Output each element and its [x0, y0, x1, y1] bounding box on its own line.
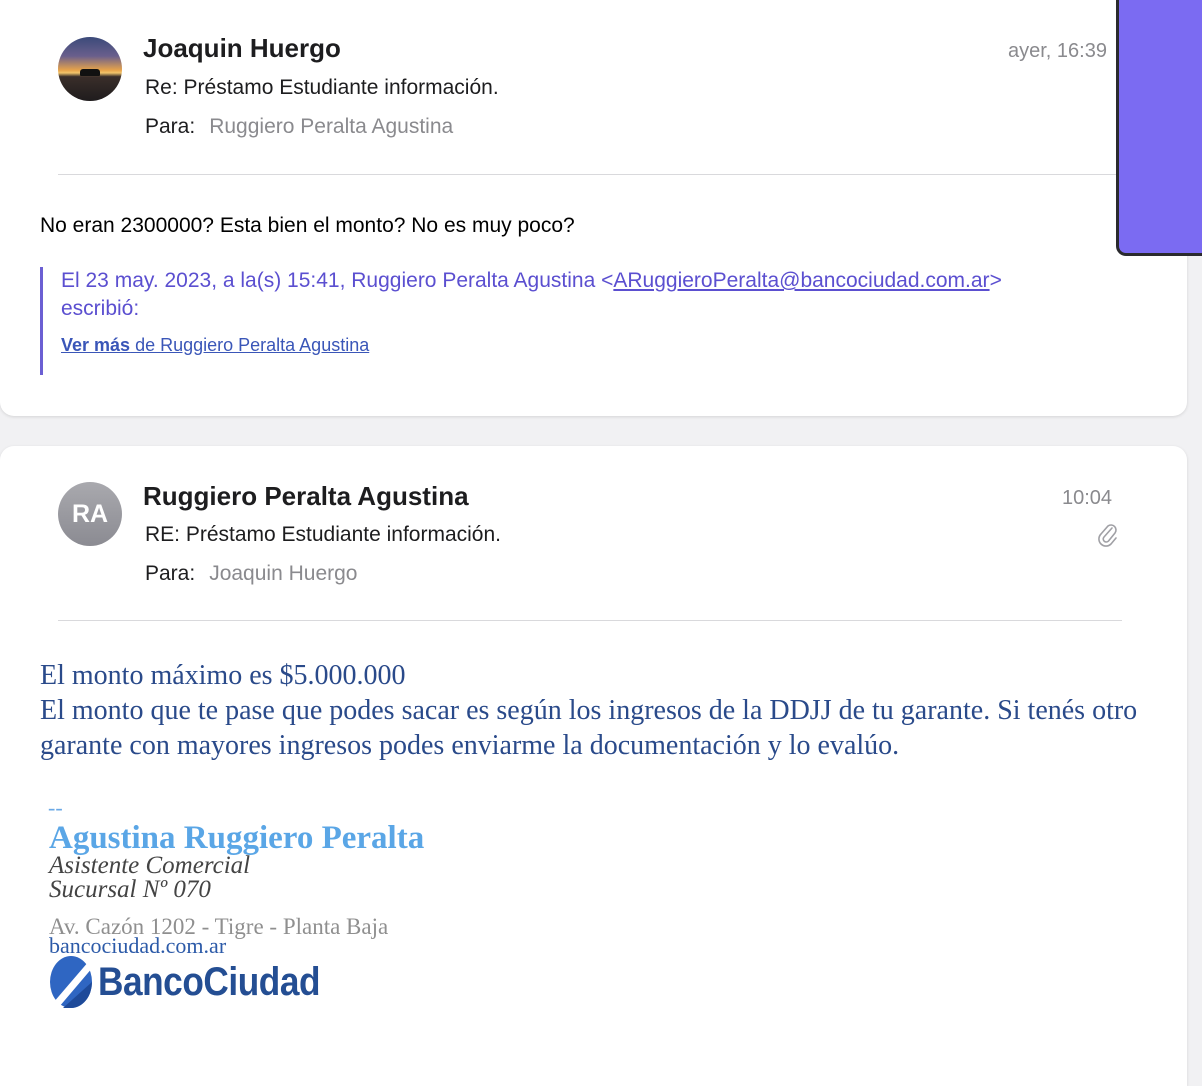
- sender-name: Joaquin Huergo: [143, 33, 341, 63]
- avatar-car-silhouette: [80, 69, 100, 76]
- signature-separator: --: [48, 795, 63, 820]
- recipient-row: Para: Joaquin Huergo: [145, 562, 357, 586]
- sender-avatar: [58, 37, 122, 101]
- see-more-link[interactable]: Ver más de Ruggiero Peralta Agustina: [61, 335, 369, 356]
- see-more-bold: Ver más: [61, 335, 131, 355]
- email-body: No eran 2300000? Esta bien el monto? No …: [40, 214, 575, 237]
- header-divider: [58, 620, 1122, 621]
- recipient-name[interactable]: Joaquin Huergo: [209, 562, 357, 585]
- banco-ciudad-logo-icon: [50, 956, 93, 1008]
- floating-preview-window[interactable]: [1116, 0, 1202, 256]
- paperclip-icon[interactable]: [1097, 522, 1119, 548]
- email-timestamp: 10:04: [1062, 487, 1113, 509]
- signature-branch: Sucursal Nº 070: [49, 876, 211, 903]
- email-subject: RE: Préstamo Estudiante información.: [145, 523, 501, 546]
- quoted-message: El 23 may. 2023, a la(s) 15:41, Ruggiero…: [40, 267, 1150, 375]
- quote-wrote: escribió:: [61, 297, 140, 320]
- sender-name: Ruggiero Peralta Agustina: [143, 481, 469, 511]
- body-line: El monto máximo es $5.000.000: [40, 660, 406, 691]
- email-message-card[interactable]: Joaquin Huergo Re: Préstamo Estudiante i…: [0, 0, 1187, 416]
- see-more-rest: de Ruggiero Peralta Agustina: [130, 335, 370, 355]
- quote-header-text: El 23 may. 2023, a la(s) 15:41, Ruggiero…: [61, 269, 614, 292]
- bank-logo: BancoCiudad: [49, 955, 350, 1009]
- to-label: Para:: [145, 562, 196, 585]
- email-subject: Re: Préstamo Estudiante información.: [145, 76, 499, 99]
- quote-email-link[interactable]: ARuggieroPeralta@bancociudad.com.ar: [613, 269, 989, 292]
- header-divider: [58, 174, 1122, 175]
- email-body: El monto máximo es $5.000.000 El monto q…: [40, 658, 1140, 763]
- recipient-row: Para: Ruggiero Peralta Agustina: [145, 115, 453, 139]
- to-label: Para:: [145, 115, 196, 138]
- recipient-name[interactable]: Ruggiero Peralta Agustina: [209, 115, 453, 138]
- bank-name: BancoCiudad: [98, 959, 321, 1004]
- quote-header: El 23 may. 2023, a la(s) 15:41, Ruggiero…: [61, 267, 1150, 323]
- quote-header-suffix: >: [989, 269, 1002, 292]
- body-line: El monto que te pase que podes sacar es …: [40, 695, 1138, 761]
- sender-avatar: RA: [58, 482, 122, 546]
- email-timestamp: ayer, 16:39: [1008, 40, 1107, 62]
